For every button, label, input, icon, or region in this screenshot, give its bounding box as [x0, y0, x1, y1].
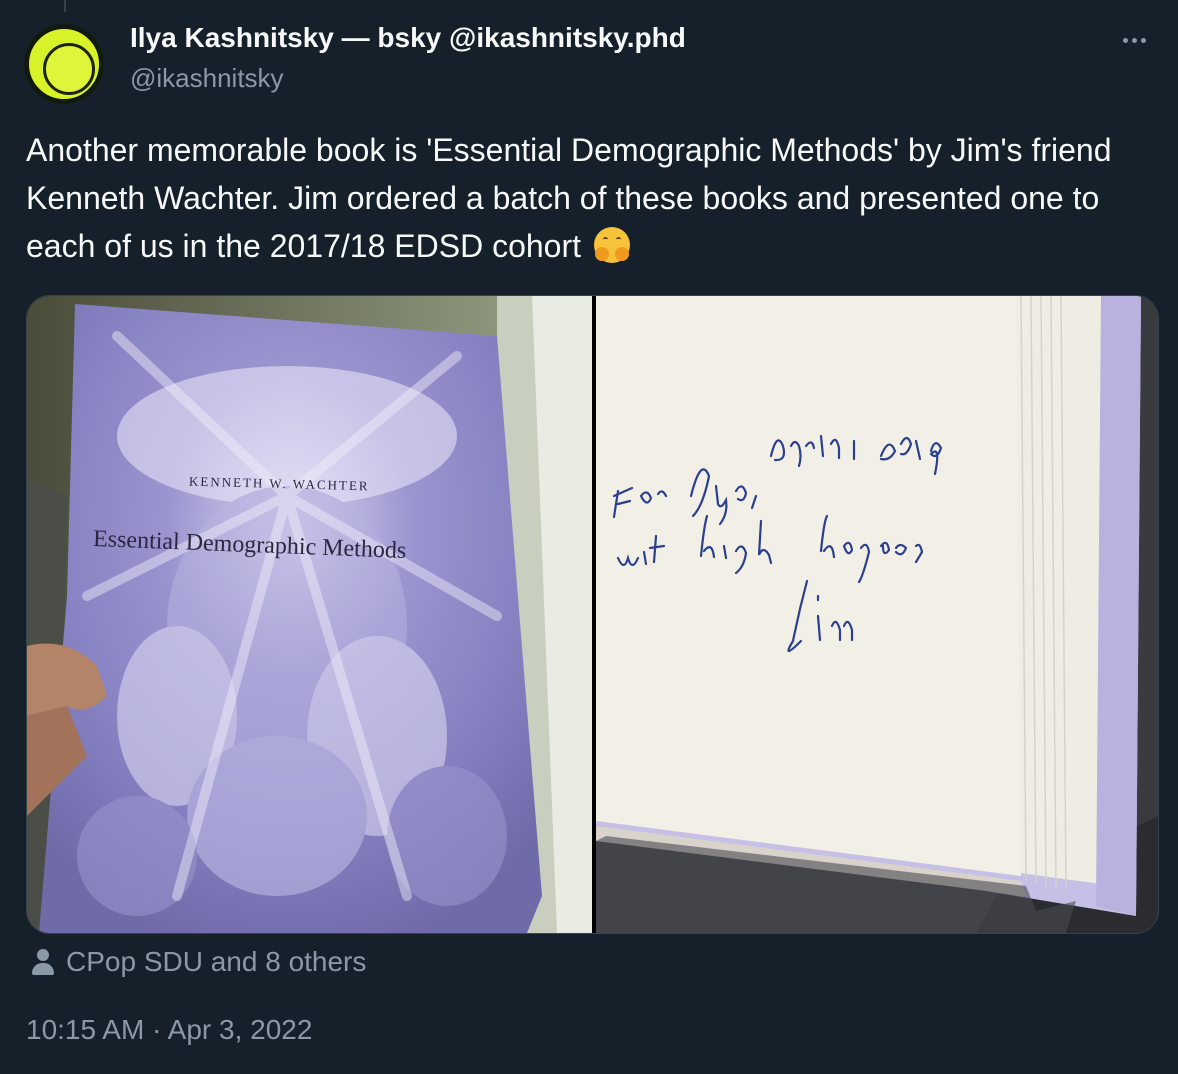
- display-name[interactable]: Ilya Kashnitsky — bsky @ikashnitsky.phd: [130, 22, 686, 54]
- tweet-text: Another memorable book is 'Essential Dem…: [26, 126, 1146, 270]
- likes-text: CPop SDU and 8 others: [66, 946, 367, 977]
- book-cover-illustration: [27, 296, 592, 933]
- timestamp[interactable]: 10:15 AM · Apr 3, 2022: [26, 1014, 312, 1046]
- liked-by[interactable]: CPop SDU and 8 others: [30, 944, 366, 980]
- tweet: Ilya Kashnitsky — bsky @ikashnitsky.phd …: [0, 0, 1178, 1074]
- handle[interactable]: @ikashnitsky: [130, 63, 284, 94]
- more-dots-icon[interactable]: [1114, 20, 1154, 60]
- dot: [1131, 37, 1137, 43]
- media-grid: KENNETH W. WACHTER Essential Demographic…: [26, 295, 1159, 934]
- person-icon: [30, 947, 56, 977]
- tweet-body: Another memorable book is 'Essential Dem…: [26, 132, 1112, 264]
- avatar[interactable]: [24, 24, 104, 104]
- dot: [1140, 37, 1146, 43]
- photo-book-cover[interactable]: KENNETH W. WACHTER Essential Demographic…: [27, 296, 592, 933]
- photo-inscription[interactable]: [596, 296, 1158, 933]
- thread-line: [64, 0, 66, 12]
- avatar-ring: [29, 29, 99, 99]
- avatar-inner: [43, 43, 95, 95]
- dot: [1122, 37, 1128, 43]
- hugging-face-emoji-icon: [593, 227, 630, 263]
- inscription-illustration: [596, 296, 1158, 933]
